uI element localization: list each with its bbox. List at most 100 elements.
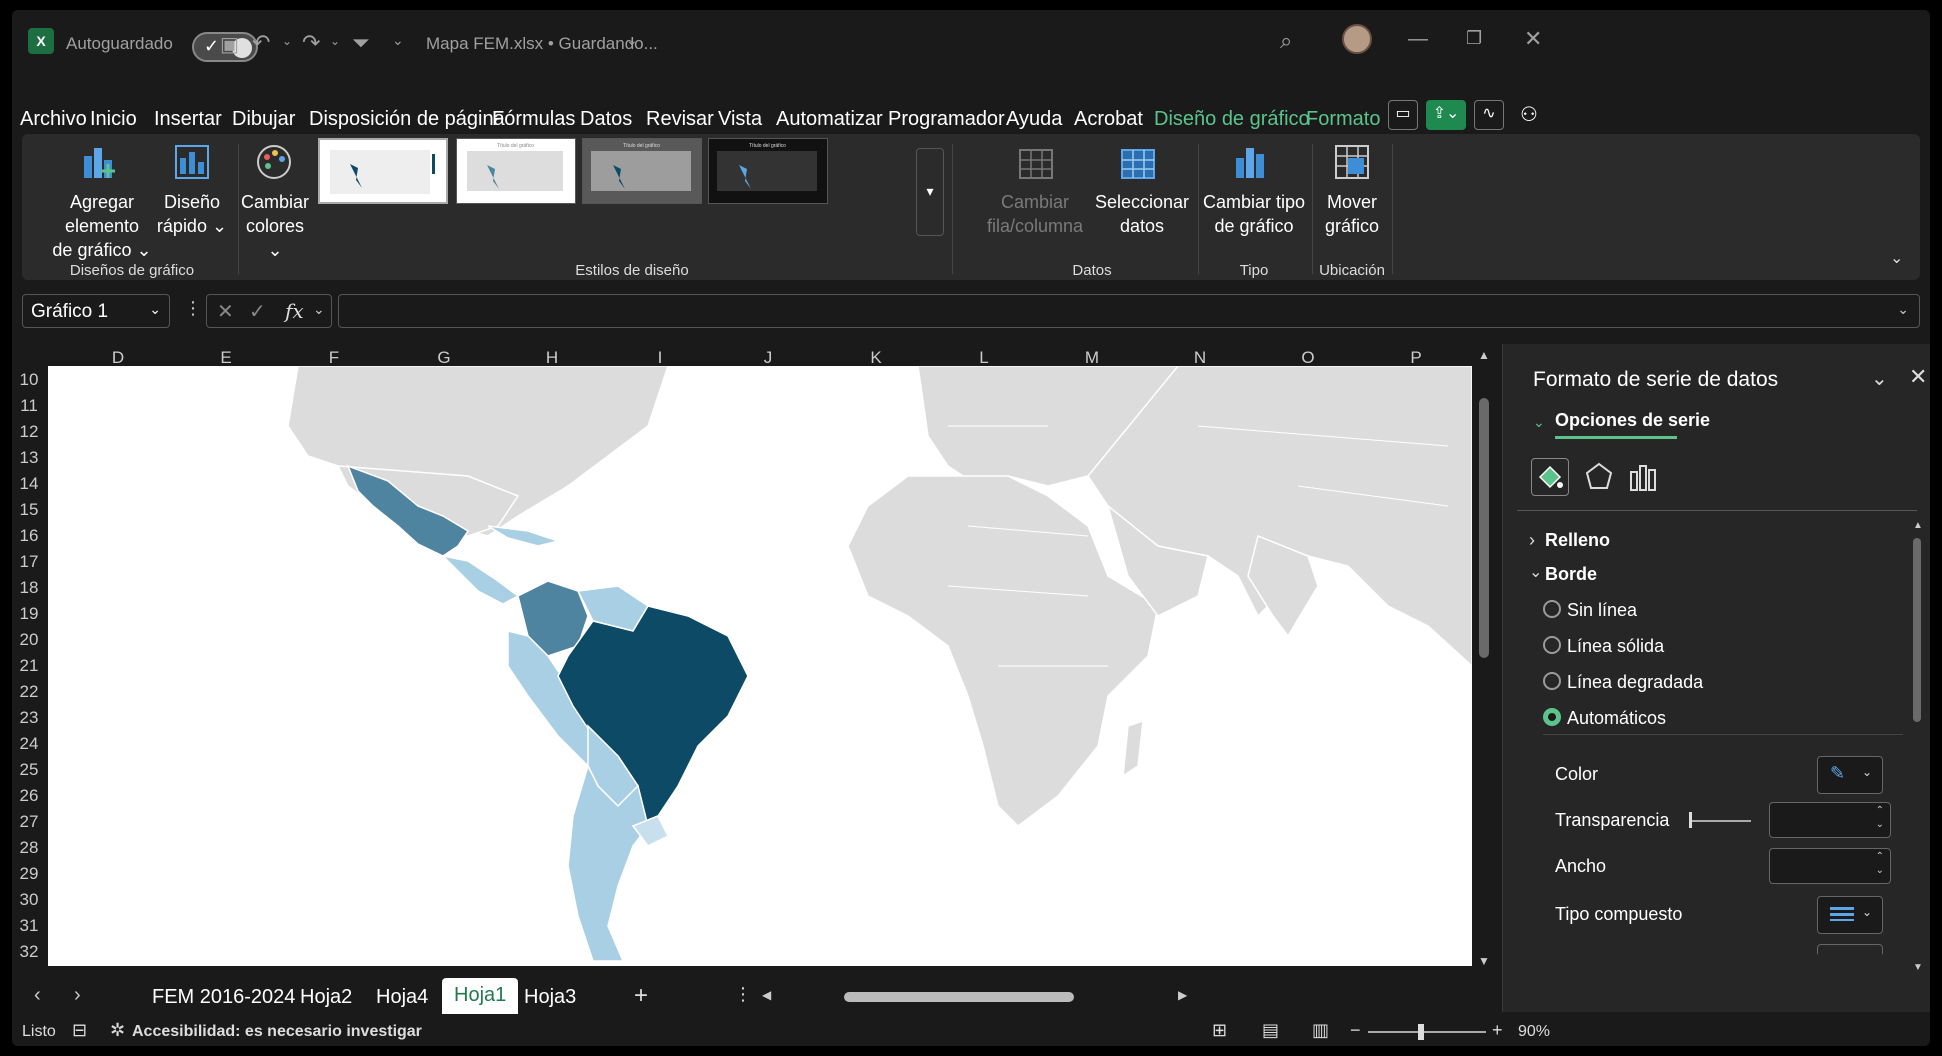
no-line-label[interactable]: Sin línea: [1567, 600, 1637, 621]
series-options-tab[interactable]: Opciones de serie: [1555, 410, 1710, 431]
row-header[interactable]: 30: [14, 890, 44, 910]
sheet-tab-hoja1[interactable]: Hoja1: [442, 978, 519, 1014]
chevron-down-icon[interactable]: ⌄: [330, 34, 340, 48]
accessibility-icon[interactable]: ✲: [110, 1020, 125, 1041]
chevron-down-icon[interactable]: ⌄: [282, 34, 292, 48]
row-header[interactable]: 29: [14, 864, 44, 884]
sheet-tab-hoja4[interactable]: Hoja4: [376, 986, 428, 1009]
column-header[interactable]: O: [1254, 348, 1362, 368]
styles-more-button[interactable]: ▾: [916, 148, 944, 236]
row-header[interactable]: 16: [14, 526, 44, 546]
change-chart-type-button[interactable]: Cambiar tipo de gráfico: [1202, 190, 1306, 238]
column-header[interactable]: F: [280, 348, 388, 368]
accessibility-status[interactable]: Accesibilidad: es necesario investigar: [132, 1023, 422, 1041]
select-data-button[interactable]: Seleccionar datos: [1094, 190, 1190, 238]
row-header[interactable]: 32: [14, 942, 44, 962]
transparency-input[interactable]: ⌃ ⌄: [1769, 802, 1891, 838]
tab-inicio[interactable]: Inicio: [90, 108, 137, 131]
column-header[interactable]: J: [714, 348, 822, 368]
radio-no-line[interactable]: [1543, 600, 1561, 618]
insert-function-button[interactable]: fx: [285, 299, 304, 323]
row-header[interactable]: 15: [14, 500, 44, 520]
sheet-tab-hoja2[interactable]: Hoja2: [300, 986, 352, 1009]
tab-dibujar[interactable]: Dibujar: [232, 108, 295, 131]
tab-disposicion[interactable]: Disposición de página: [309, 108, 505, 131]
tab-acrobat[interactable]: Acrobat: [1074, 108, 1143, 131]
comments-button[interactable]: ▭: [1388, 100, 1418, 130]
avatar[interactable]: [1342, 24, 1372, 54]
row-header[interactable]: 10: [14, 370, 44, 390]
tab-diseno-grafico[interactable]: Diseño de gráfico: [1154, 108, 1310, 131]
close-icon[interactable]: ✕: [1524, 26, 1542, 52]
transparency-slider-thumb[interactable]: [1689, 812, 1692, 828]
column-header[interactable]: H: [498, 348, 606, 368]
zoom-level[interactable]: 90%: [1518, 1023, 1550, 1041]
copilot-icon[interactable]: ⚇: [1520, 102, 1538, 127]
radio-automatic[interactable]: [1543, 708, 1561, 726]
zoom-out-icon[interactable]: −: [1350, 1020, 1361, 1041]
row-header[interactable]: 19: [14, 604, 44, 624]
spin-up-icon[interactable]: ⌃: [1876, 805, 1884, 816]
switch-row-column-button[interactable]: Cambiar fila/columna: [982, 190, 1088, 238]
pane-scroll-up-icon[interactable]: ▲: [1913, 520, 1923, 531]
width-input[interactable]: ⌃ ⌄: [1769, 848, 1891, 884]
chevron-right-icon[interactable]: ›: [1529, 530, 1535, 551]
horizontal-scrollbar[interactable]: [844, 992, 1074, 1002]
tab-programador[interactable]: Programador: [888, 108, 1005, 131]
spin-up-icon[interactable]: ⌃: [1876, 851, 1884, 862]
scroll-left-icon[interactable]: ◀: [762, 988, 771, 1002]
row-header[interactable]: 18: [14, 578, 44, 598]
row-header[interactable]: 27: [14, 812, 44, 832]
chevron-down-icon[interactable]: ⌄: [1533, 414, 1545, 431]
fill-section[interactable]: Relleno: [1545, 530, 1610, 551]
row-header[interactable]: 14: [14, 474, 44, 494]
column-header[interactable]: E: [172, 348, 280, 368]
zoom-slider-thumb[interactable]: [1418, 1024, 1424, 1040]
collapse-ribbon-icon[interactable]: ⌄: [1890, 248, 1903, 268]
chevron-down-icon[interactable]: ⌄: [626, 32, 638, 49]
add-chart-element-button[interactable]: Agregar elemento de gráfico ⌄: [32, 190, 172, 262]
row-header[interactable]: 13: [14, 448, 44, 468]
series-options-icon[interactable]: [1625, 458, 1663, 496]
change-colors-button[interactable]: Cambiar colores ⌄: [240, 190, 310, 262]
name-box[interactable]: Gráfico 1 ⌄: [22, 294, 170, 328]
column-header[interactable]: K: [822, 348, 930, 368]
formula-input[interactable]: ⌄: [338, 294, 1920, 328]
grid-scroll-down-icon[interactable]: ▼: [1478, 954, 1490, 968]
page-break-view-icon[interactable]: ▥: [1312, 1020, 1329, 1041]
tab-ayuda[interactable]: Ayuda: [1006, 108, 1062, 131]
row-header[interactable]: 26: [14, 786, 44, 806]
column-header[interactable]: N: [1146, 348, 1254, 368]
color-picker-button[interactable]: ✎ ⌄: [1817, 756, 1883, 794]
file-title[interactable]: Mapa FEM.xlsx • Guardando...: [426, 34, 658, 54]
minimize-icon[interactable]: —: [1408, 28, 1428, 51]
column-header[interactable]: I: [606, 348, 714, 368]
grid-scroll-up-icon[interactable]: ▲: [1478, 348, 1490, 362]
add-sheet-icon[interactable]: +: [634, 982, 648, 1010]
chevron-down-icon[interactable]: ⌄: [1529, 562, 1542, 582]
search-icon[interactable]: ⌕: [1280, 28, 1292, 54]
effects-icon[interactable]: [1581, 458, 1619, 496]
activity-button[interactable]: ∿: [1474, 100, 1504, 130]
pane-vertical-scrollbar[interactable]: [1913, 538, 1921, 722]
fill-line-icon[interactable]: [1531, 458, 1569, 496]
undo-icon[interactable]: ↶: [252, 30, 270, 56]
border-section[interactable]: Borde: [1545, 564, 1597, 585]
row-header[interactable]: 23: [14, 708, 44, 728]
quick-layout-button[interactable]: Diseño rápido ⌄: [154, 190, 230, 238]
radio-gradient-line[interactable]: [1543, 672, 1561, 690]
row-header[interactable]: 12: [14, 422, 44, 442]
map-chart[interactable]: [48, 365, 1473, 966]
customize-toolbar-icon[interactable]: ⌄: [392, 32, 404, 49]
column-header[interactable]: G: [390, 348, 498, 368]
row-header[interactable]: 22: [14, 682, 44, 702]
column-header[interactable]: D: [64, 348, 172, 368]
chart-style-4[interactable]: Título del gráfico: [708, 138, 828, 204]
scroll-right-icon[interactable]: ▶: [1178, 988, 1187, 1002]
tab-formato[interactable]: Formato: [1306, 108, 1380, 131]
tab-vista[interactable]: Vista: [718, 108, 762, 131]
chart-style-1[interactable]: [318, 138, 448, 204]
row-header[interactable]: 11: [14, 396, 44, 416]
more-sheets-icon[interactable]: ⋮: [734, 984, 752, 1005]
pane-options-icon[interactable]: ⌄: [1871, 366, 1888, 391]
